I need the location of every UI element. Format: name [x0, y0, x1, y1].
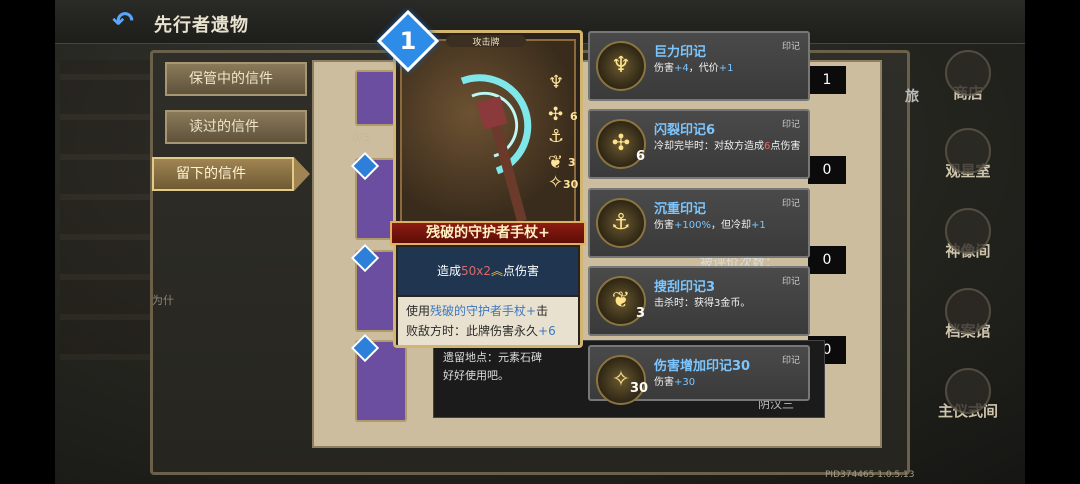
side-text: 为什	[152, 294, 174, 307]
mark-value: 30	[630, 381, 649, 396]
mark-desc-value: +4	[674, 63, 689, 74]
card-cost: 1	[399, 27, 417, 55]
right-letterbox	[1025, 0, 1080, 484]
mark-item[interactable]: ✣ 6 闪裂印记6 印记 冷却完毕时：对敌方造成6点伤害	[588, 109, 810, 179]
effect-text: 使用	[406, 304, 431, 318]
nav-ritual-hall[interactable]: 主仪式间	[918, 368, 1018, 421]
effect-text: 击	[536, 304, 549, 318]
mark-tag: 印记	[781, 199, 800, 209]
desc-suffix: 点伤害	[503, 264, 540, 278]
letter-count: 0/3	[352, 131, 370, 144]
desc-prefix: 造成	[436, 264, 461, 278]
mark-item[interactable]: ❦ 3 搜刮印记3 印记 击杀时：获得3金币。	[588, 266, 810, 336]
mark-desc-text: 伤害	[654, 377, 674, 388]
heavy-mark-icon: ⚓	[596, 198, 646, 248]
left-letterbox	[0, 0, 55, 484]
page-title: 先行者遗物	[154, 15, 249, 36]
card-effect-text: 使用残破的守护者手杖+击 败敌方时：此牌伤害永久+6	[398, 297, 578, 345]
statue-icon	[945, 208, 991, 254]
mark-name: 巨力印记	[654, 45, 707, 60]
message-text: 好好使用吧。	[443, 369, 509, 382]
mark-desc-value: +1	[750, 220, 766, 231]
sigil-icon: ♆	[548, 72, 565, 93]
mark-name: 搜刮印记3	[654, 280, 716, 295]
nav-partial-label: 旅	[905, 89, 919, 105]
mark-desc-text: 点伤害	[770, 141, 801, 152]
mark-value: 6	[636, 149, 646, 164]
tab-left-letters[interactable]: 留下的信件	[152, 157, 310, 191]
strength-mark-icon: ♆	[596, 41, 646, 91]
mark-desc: 伤害+30	[654, 375, 806, 390]
card-name: 残破的守护者手杖+	[390, 221, 586, 245]
card-type-label: 攻击牌	[446, 35, 526, 48]
row-value: 0	[808, 156, 846, 184]
mark-tag: 印记	[781, 277, 800, 287]
effect-card-name: 残破的守护者手杖+	[430, 304, 537, 318]
mark-value: 3	[636, 306, 646, 321]
archive-icon	[945, 288, 991, 334]
row-value: 1	[808, 66, 846, 94]
tab-stored-letters[interactable]: 保管中的信件	[165, 62, 307, 96]
game-screen: ↶ 先行者遗物 保管中的信件 读过的信件 留下的信件 0/3 1 0 被评价次数…	[0, 0, 1080, 484]
mark-desc-text: 击杀时：获得	[654, 298, 714, 309]
nav-statue-room[interactable]: 神像间	[918, 208, 1018, 261]
mark-desc-text: 伤害	[654, 63, 674, 74]
sigil-value: 30	[563, 178, 579, 191]
mark-desc-text: ，代价	[688, 63, 719, 74]
shop-icon	[945, 50, 991, 96]
mark-desc: 击杀时：获得3金币。	[654, 296, 806, 311]
mark-tag: 印记	[781, 42, 800, 52]
mark-tag: 印记	[781, 120, 800, 130]
mark-desc-value: +100%	[674, 220, 711, 231]
mark-item[interactable]: ♆ 巨力印记 印记 伤害+4，代价+1	[588, 31, 810, 101]
desc-value: 50x2	[460, 264, 491, 278]
mark-item[interactable]: ⚓ 沉重印记 印记 伤害+100%，但冷却+1	[588, 188, 810, 258]
ritual-icon	[945, 368, 991, 414]
mark-desc-text: ，但冷却	[710, 220, 751, 231]
build-id: PID374465 1.0.5.13	[825, 470, 915, 480]
mark-desc-value: +30	[674, 377, 696, 388]
location-text: 遗留地点：元素石碑	[443, 351, 542, 364]
sigil-value: 6	[570, 110, 578, 123]
mark-item[interactable]: ✧ 30 伤害增加印记30 印记 伤害+30	[588, 345, 810, 405]
sigil-icon: ✣	[548, 104, 564, 125]
sigil-icon: ⚓	[548, 126, 565, 147]
mark-desc: 冷却完毕时：对敌方造成6点伤害	[654, 139, 806, 154]
card-description: 造成50x2︽点伤害	[398, 247, 578, 295]
mark-tag: 印记	[781, 356, 800, 366]
mark-desc-text: 金币。	[720, 298, 751, 309]
effect-bonus: +6	[538, 324, 556, 338]
tab-read-letters[interactable]: 读过的信件	[165, 110, 307, 144]
mark-desc: 伤害+100%，但冷却+1	[654, 218, 806, 233]
mark-name: 闪裂印记6	[654, 123, 716, 138]
mark-name: 伤害增加印记30	[654, 359, 751, 374]
upgrade-chevron-icon: ︽	[491, 264, 504, 278]
row-value: 0	[808, 246, 846, 274]
list-item[interactable]	[350, 333, 407, 422]
sigil-icon: ❦	[548, 152, 564, 173]
effect-text: 败敌方时：此牌伤害永久	[406, 324, 539, 338]
sigil-icon: ✧	[548, 172, 564, 193]
mark-name: 沉重印记	[654, 202, 707, 217]
mark-desc-text: 伤害	[654, 220, 674, 231]
mark-desc-text: 冷却完毕时：对敌方造成	[654, 141, 764, 152]
back-arrow-icon[interactable]: ↶	[104, 8, 142, 36]
nav-observatory[interactable]: 观星室	[918, 128, 1018, 181]
sigil-value: 3	[568, 156, 576, 169]
observatory-icon	[945, 128, 991, 174]
nav-archive[interactable]: 档案馆	[918, 288, 1018, 341]
mark-desc-value: +1	[718, 63, 734, 74]
nav-shop[interactable]: 商店	[918, 50, 1018, 103]
mark-desc: 伤害+4，代价+1	[654, 61, 806, 76]
damage-mark-icon: ✧	[596, 355, 646, 405]
